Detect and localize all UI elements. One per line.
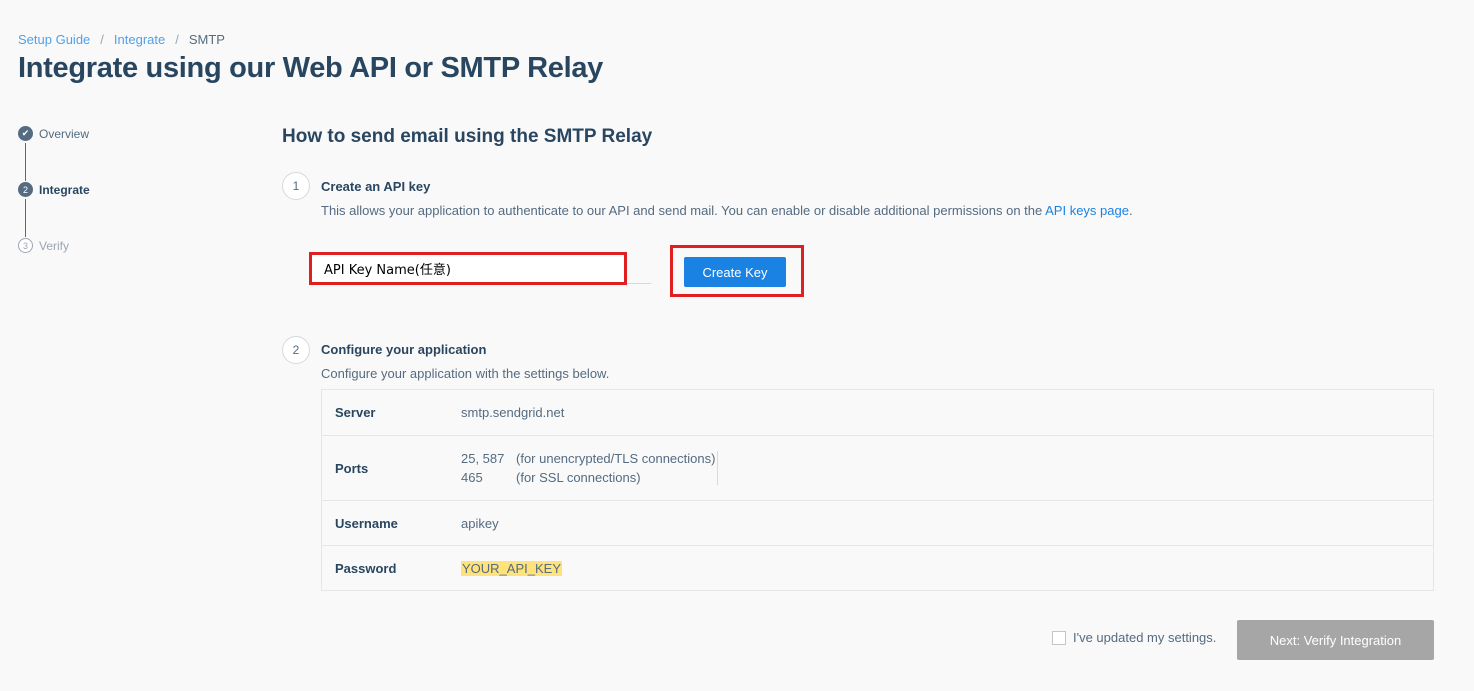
step-2-description: Configure your application with the sett… xyxy=(321,366,610,381)
ports-values: 25, 587 (for unencrypted/TLS connections… xyxy=(461,451,719,485)
breadcrumb: Setup Guide / Integrate / SMTP xyxy=(18,32,225,47)
step-integrate-label: Integrate xyxy=(39,182,90,197)
settings-updated-checkbox[interactable] xyxy=(1052,630,1066,645)
password-label: Password xyxy=(335,560,397,576)
table-row-server: Server smtp.sendgrid.net xyxy=(322,390,1433,435)
step-1-description: This allows your application to authenti… xyxy=(321,203,1133,218)
step-overview[interactable]: ✔ Overview xyxy=(18,126,89,141)
step-1-number: 1 xyxy=(282,172,310,200)
step-integrate-number: 2 xyxy=(18,182,33,197)
settings-updated-confirmation[interactable]: I've updated my settings. xyxy=(1052,630,1216,645)
page: Setup Guide / Integrate / SMTP Integrate… xyxy=(0,0,1474,691)
breadcrumb-setup-guide[interactable]: Setup Guide xyxy=(18,32,90,47)
breadcrumb-separator: / xyxy=(100,32,104,47)
api-key-name-field xyxy=(309,252,651,285)
smtp-settings-table: Server smtp.sendgrid.net Ports 25, 587 (… xyxy=(321,389,1434,591)
create-key-button[interactable]: Create Key xyxy=(684,257,786,287)
check-icon: ✔ xyxy=(18,126,33,141)
table-row-password: Password YOUR_API_KEY xyxy=(322,545,1433,590)
step-verify: 3 Verify xyxy=(18,238,69,253)
breadcrumb-current: SMTP xyxy=(188,32,225,47)
api-keys-page-link[interactable]: API keys page xyxy=(1045,203,1129,218)
password-value: YOUR_API_KEY xyxy=(461,560,562,576)
server-label: Server xyxy=(335,405,376,420)
port-number: 465 xyxy=(461,470,483,485)
api-key-name-input[interactable] xyxy=(309,252,627,285)
port-note: (for SSL connections) xyxy=(516,470,641,485)
username-label: Username xyxy=(335,515,398,531)
table-row-ports: Ports 25, 587 (for unencrypted/TLS conne… xyxy=(322,435,1433,500)
page-title: Integrate using our Web API or SMTP Rela… xyxy=(18,52,603,84)
settings-updated-label: I've updated my settings. xyxy=(1073,630,1217,645)
step-2-number: 2 xyxy=(282,336,310,364)
table-row-username: Username apikey xyxy=(322,500,1433,545)
step-1-description-text: This allows your application to authenti… xyxy=(321,203,1046,218)
ports-label: Ports xyxy=(335,460,369,476)
username-value: apikey xyxy=(461,515,499,531)
step-1-description-end: . xyxy=(1128,203,1133,218)
next-verify-integration-button[interactable]: Next: Verify Integration xyxy=(1237,620,1434,660)
step-overview-label: Overview xyxy=(39,126,90,141)
server-value: smtp.sendgrid.net xyxy=(461,405,565,420)
step-integrate: 2 Integrate xyxy=(18,182,90,197)
step-2-heading: Configure your application xyxy=(321,342,487,357)
port-number: 25, 587 xyxy=(461,451,505,466)
stepper-connector xyxy=(25,199,26,237)
step-verify-label: Verify xyxy=(39,238,70,253)
stepper-connector xyxy=(25,143,26,181)
step-1-heading: Create an API key xyxy=(321,179,431,194)
port-note: (for unencrypted/TLS connections) xyxy=(516,451,716,466)
section-title: How to send email using the SMTP Relay xyxy=(282,126,653,147)
step-verify-number: 3 xyxy=(18,238,33,253)
breadcrumb-separator: / xyxy=(175,32,179,47)
breadcrumb-integrate[interactable]: Integrate xyxy=(114,32,165,47)
